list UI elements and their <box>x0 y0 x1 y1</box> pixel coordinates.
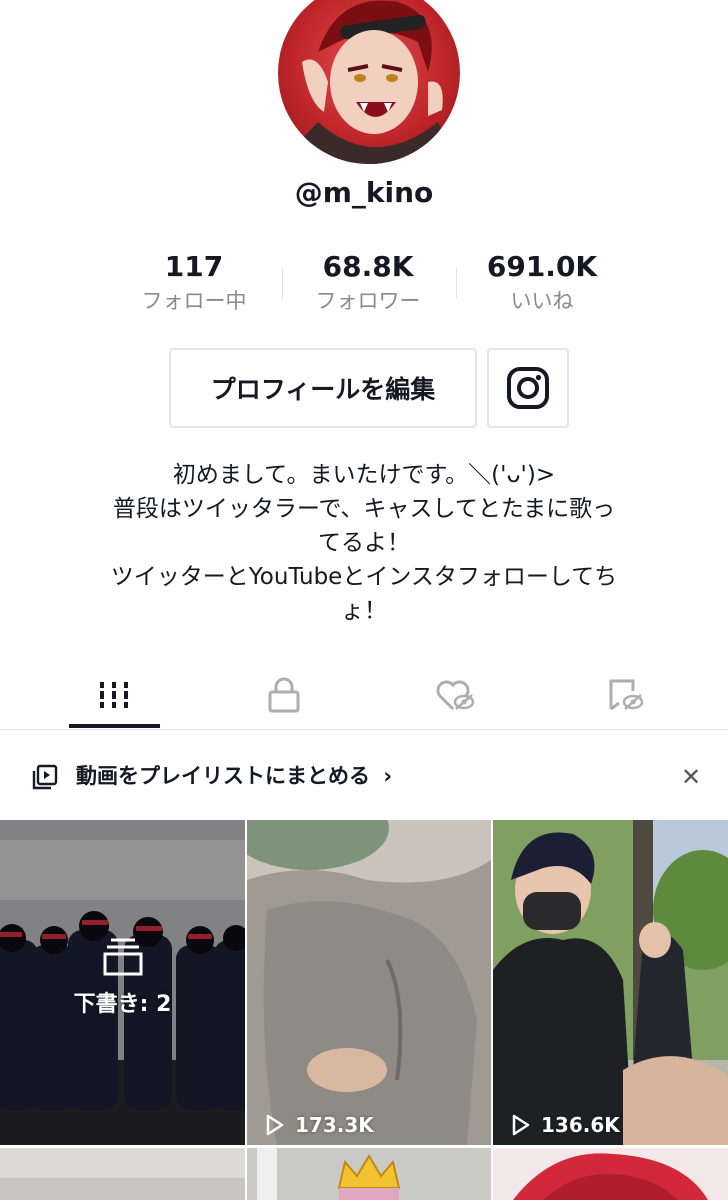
bio-line: ツイッターとYouTubeとインスタフォローしてち <box>110 564 618 590</box>
grid-icon <box>97 682 131 708</box>
video-thumbnail[interactable] <box>493 1148 728 1200</box>
play-icon <box>266 1114 284 1136</box>
bookmark-hidden-icon <box>609 679 644 711</box>
profile-bio: 初めまして。まいたけです。＼('ᴗ')> 普段はツイッタラーで、キャスしてとたま… <box>40 458 688 628</box>
edit-profile-button[interactable]: プロフィールを編集 <box>169 348 477 428</box>
tab-liked[interactable] <box>364 660 546 730</box>
likes-count: 691.0K <box>486 250 598 283</box>
video-thumbnail-image <box>247 1148 491 1200</box>
playlist-banner[interactable]: 動画をプレイリストにまとめる › ✕ <box>0 740 728 812</box>
followers-count: 68.8K <box>322 250 414 283</box>
bio-line: てるよ！ <box>318 530 410 556</box>
playlist-label: 動画をプレイリストにまとめる <box>76 764 370 788</box>
tab-saved[interactable] <box>534 660 716 730</box>
active-tab-indicator <box>69 724 160 728</box>
video-thumbnail-image <box>247 820 491 1145</box>
view-count: 136.6K <box>511 1113 620 1137</box>
drafts-box-icon <box>103 938 142 976</box>
video-thumbnail[interactable] <box>0 1148 245 1200</box>
profile-tabs <box>0 660 728 730</box>
bio-line: 初めまして。まいたけです。＼('ᴗ')> <box>172 462 556 488</box>
following-stat[interactable]: 117 フォロー中 <box>109 248 279 316</box>
liked-hidden-icon <box>436 680 475 711</box>
video-grid: 下書き: 2 173.3K 136.6K <box>0 820 728 1200</box>
view-count-value: 173.3K <box>295 1113 374 1137</box>
video-thumbnail[interactable] <box>247 1148 491 1200</box>
tabs-divider <box>0 729 728 730</box>
playlist-icon <box>32 764 58 790</box>
playlist-banner-label[interactable]: 動画をプレイリストにまとめる › <box>76 758 392 794</box>
avatar-illustration <box>278 0 460 164</box>
video-thumbnail[interactable]: 173.3K <box>247 820 491 1145</box>
following-count: 117 <box>164 250 224 283</box>
profile-stats: 117 フォロー中 68.8K フォロワー 691.0K いいね <box>0 248 728 318</box>
drafts-cell[interactable]: 下書き: 2 <box>0 820 245 1145</box>
video-thumbnail-image <box>493 1148 728 1200</box>
drafts-label: 下書き: 2 <box>73 992 172 1017</box>
play-icon <box>512 1114 530 1136</box>
bio-line: ょ！ <box>341 598 387 624</box>
instagram-button[interactable] <box>487 348 569 428</box>
bio-line: 普段はツイッタラーで、キャスしてとたまに歌っ <box>112 496 616 522</box>
avatar[interactable] <box>278 0 460 164</box>
video-thumbnail-image <box>493 820 728 1145</box>
chevron-right-icon: › <box>383 764 392 788</box>
video-thumbnail[interactable]: 136.6K <box>493 820 728 1145</box>
instagram-icon <box>507 367 549 409</box>
close-icon[interactable]: ✕ <box>681 762 701 792</box>
profile-handle: @m_kino <box>294 176 434 209</box>
tab-videos[interactable] <box>23 660 205 730</box>
followers-stat[interactable]: 68.8K フォロワー <box>283 248 453 316</box>
likes-stat[interactable]: 691.0K いいね <box>457 248 627 316</box>
lock-icon <box>268 677 300 713</box>
view-count: 173.3K <box>265 1113 374 1137</box>
video-thumbnail-image <box>0 1148 245 1200</box>
drafts-overlay: 下書き: 2 <box>0 938 245 1018</box>
following-label: フォロー中 <box>141 289 247 313</box>
tab-private[interactable] <box>193 660 375 730</box>
view-count-value: 136.6K <box>541 1113 620 1137</box>
likes-label: いいね <box>510 289 574 313</box>
followers-label: フォロワー <box>315 289 421 313</box>
